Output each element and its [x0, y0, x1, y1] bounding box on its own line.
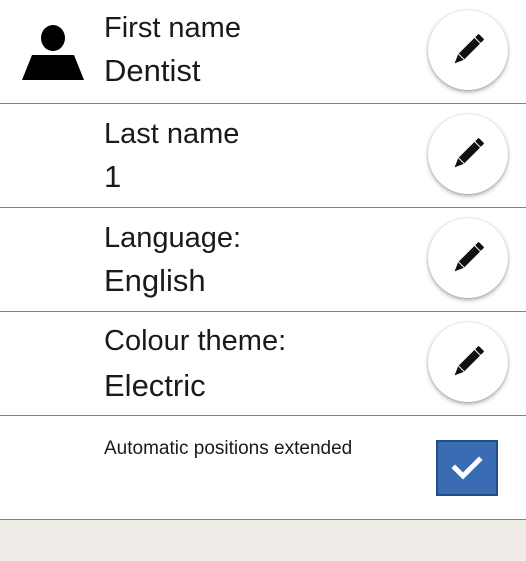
automatic-positions-checkbox[interactable]	[436, 440, 498, 496]
language-label: Language:	[104, 222, 242, 254]
first-name-label: First name	[104, 12, 241, 44]
pencil-icon	[454, 346, 484, 376]
pencil-icon	[454, 138, 484, 168]
pencil-icon	[454, 34, 484, 64]
language-value: English	[104, 263, 206, 298]
first-name-row: First name Dentist	[0, 0, 526, 104]
automatic-positions-label: Automatic positions extended	[104, 438, 353, 459]
first-name-value: Dentist	[104, 53, 201, 88]
last-name-value: 1	[104, 159, 122, 194]
bottom-bar	[0, 520, 526, 561]
last-name-row: Last name 1	[0, 104, 526, 208]
edit-first-name-button[interactable]	[428, 10, 508, 90]
language-row: Language: English	[0, 208, 526, 312]
edit-language-button[interactable]	[428, 218, 508, 298]
colour-theme-row: Colour theme: Electric	[0, 312, 526, 416]
colour-theme-label: Colour theme:	[104, 325, 287, 357]
automatic-positions-row: Automatic positions extended	[0, 416, 526, 520]
edit-colour-theme-button[interactable]	[428, 322, 508, 402]
checkmark-icon	[451, 456, 483, 480]
colour-theme-value: Electric	[104, 368, 206, 403]
person-icon	[22, 25, 84, 80]
last-name-label: Last name	[104, 118, 240, 150]
pencil-icon	[454, 242, 484, 272]
edit-last-name-button[interactable]	[428, 114, 508, 194]
